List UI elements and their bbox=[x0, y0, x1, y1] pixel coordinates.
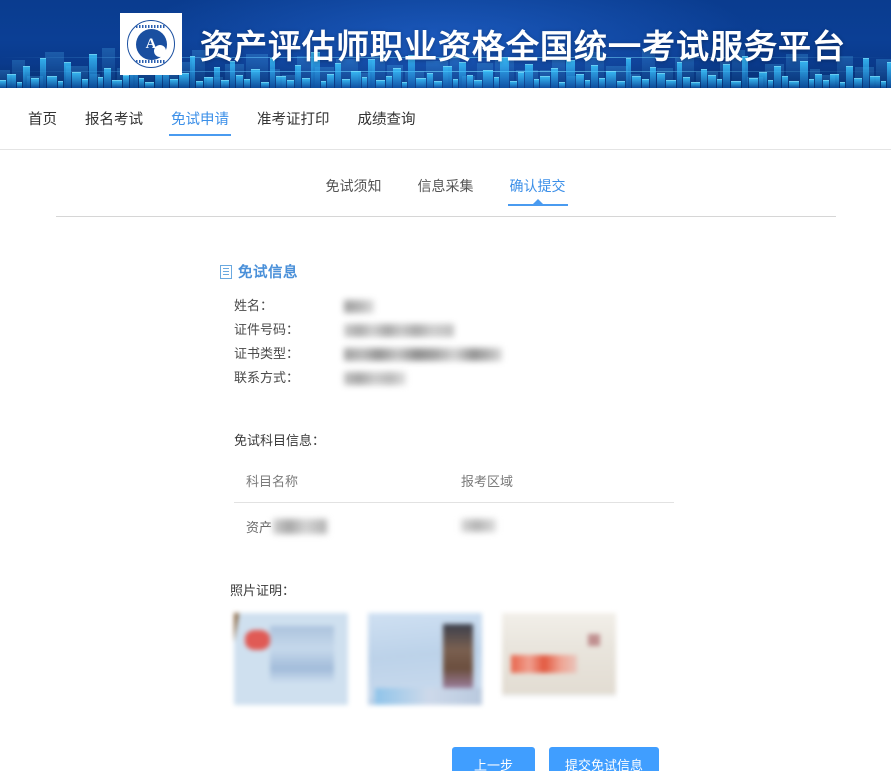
nav-item-exemption-application[interactable]: 免试申请 bbox=[157, 88, 243, 150]
redacted-value bbox=[273, 519, 328, 534]
form-action-bar: 上一步 提交免试信息 bbox=[220, 747, 891, 771]
subject-name-visible-prefix: 资产 bbox=[246, 520, 273, 535]
table-header-row: 科目名称 报考区域 bbox=[234, 471, 674, 503]
site-header-banner: A 资产评估师职业资格全国统一考试服务平台 bbox=[0, 0, 891, 88]
photo-proof-1[interactable] bbox=[234, 613, 348, 705]
field-value-certificate-type bbox=[344, 342, 502, 366]
submit-exemption-button[interactable]: 提交免试信息 bbox=[549, 747, 660, 771]
emblem-notch bbox=[153, 44, 166, 57]
exemption-info-header: 免试信息 bbox=[220, 261, 891, 282]
table-row: 资产 bbox=[234, 503, 674, 537]
column-header-exam-region: 报考区域 bbox=[449, 471, 674, 503]
document-list-icon bbox=[220, 264, 232, 279]
column-header-subject-name: 科目名称 bbox=[234, 471, 449, 503]
field-label: 证书类型： bbox=[234, 346, 300, 361]
main-navigation: 首页 报名考试 免试申请 准考证打印 成绩查询 bbox=[0, 88, 891, 150]
site-title: 资产评估师职业资格全国统一考试服务平台 bbox=[200, 28, 846, 65]
sub-tab-bar: 免试须知 信息采集 确认提交 bbox=[0, 176, 891, 212]
field-row-certificate-type: 证书类型： bbox=[234, 342, 891, 366]
active-tab-caret-icon bbox=[532, 199, 543, 204]
field-value-contact bbox=[344, 366, 406, 390]
appraiser-institute-emblem-icon: A bbox=[127, 20, 175, 68]
redacted-value bbox=[344, 324, 454, 337]
field-value-name bbox=[344, 294, 374, 318]
nav-item-home[interactable]: 首页 bbox=[14, 88, 71, 150]
photo-proof-heading: 照片证明： bbox=[230, 583, 296, 598]
tab-label: 确认提交 bbox=[509, 178, 566, 194]
photo-proof-gallery bbox=[220, 613, 891, 705]
main-content: 免试须知 信息采集 确认提交 免试信息 姓名： 证件号码： 证书类型： 联系方式… bbox=[0, 150, 891, 771]
tab-information-collection[interactable]: 信息采集 bbox=[418, 176, 474, 212]
nav-item-label: 免试申请 bbox=[171, 112, 229, 128]
exempt-subjects-table: 科目名称 报考区域 资产 bbox=[234, 471, 674, 536]
field-label: 证件号码： bbox=[234, 322, 300, 337]
cell-subject-name: 资产 bbox=[234, 503, 449, 537]
photo-proof-3[interactable] bbox=[502, 613, 616, 697]
redacted-value bbox=[344, 372, 406, 385]
field-label: 联系方式： bbox=[234, 370, 300, 385]
nav-item-admission-ticket-print[interactable]: 准考证打印 bbox=[243, 88, 344, 150]
field-row-name: 姓名： bbox=[234, 294, 891, 318]
nav-item-score-query[interactable]: 成绩查询 bbox=[344, 88, 430, 150]
section-title: 免试信息 bbox=[238, 265, 298, 281]
field-row-id-number: 证件号码： bbox=[234, 318, 891, 342]
redacted-value bbox=[344, 300, 374, 313]
photo-proof-2[interactable] bbox=[368, 613, 482, 705]
nav-item-label: 首页 bbox=[28, 112, 57, 128]
redacted-value bbox=[344, 348, 502, 361]
field-value-id-number bbox=[344, 318, 454, 342]
redacted-value bbox=[461, 519, 496, 532]
field-label: 姓名： bbox=[234, 298, 274, 313]
site-logo: A bbox=[120, 13, 182, 75]
nav-item-registration[interactable]: 报名考试 bbox=[71, 88, 157, 150]
cell-exam-region bbox=[449, 503, 674, 537]
exemption-form-body: 免试信息 姓名： 证件号码： 证书类型： 联系方式： 免试科目信息： 科目名称 … bbox=[0, 217, 891, 771]
exemption-info-fields: 姓名： 证件号码： 证书类型： 联系方式： bbox=[220, 294, 891, 390]
nav-item-label: 成绩查询 bbox=[357, 112, 416, 128]
tab-label: 免试须知 bbox=[325, 178, 382, 194]
tab-exemption-notice[interactable]: 免试须知 bbox=[326, 176, 382, 212]
tab-label: 信息采集 bbox=[417, 178, 474, 194]
exempt-subjects-heading: 免试科目信息： bbox=[234, 433, 326, 448]
emblem-inner-disc: A bbox=[135, 28, 167, 60]
tab-confirm-submit[interactable]: 确认提交 bbox=[507, 176, 568, 212]
field-row-contact: 联系方式： bbox=[234, 366, 891, 390]
previous-step-button[interactable]: 上一步 bbox=[451, 747, 535, 771]
nav-item-label: 报名考试 bbox=[85, 112, 143, 128]
nav-item-label: 准考证打印 bbox=[257, 112, 330, 128]
